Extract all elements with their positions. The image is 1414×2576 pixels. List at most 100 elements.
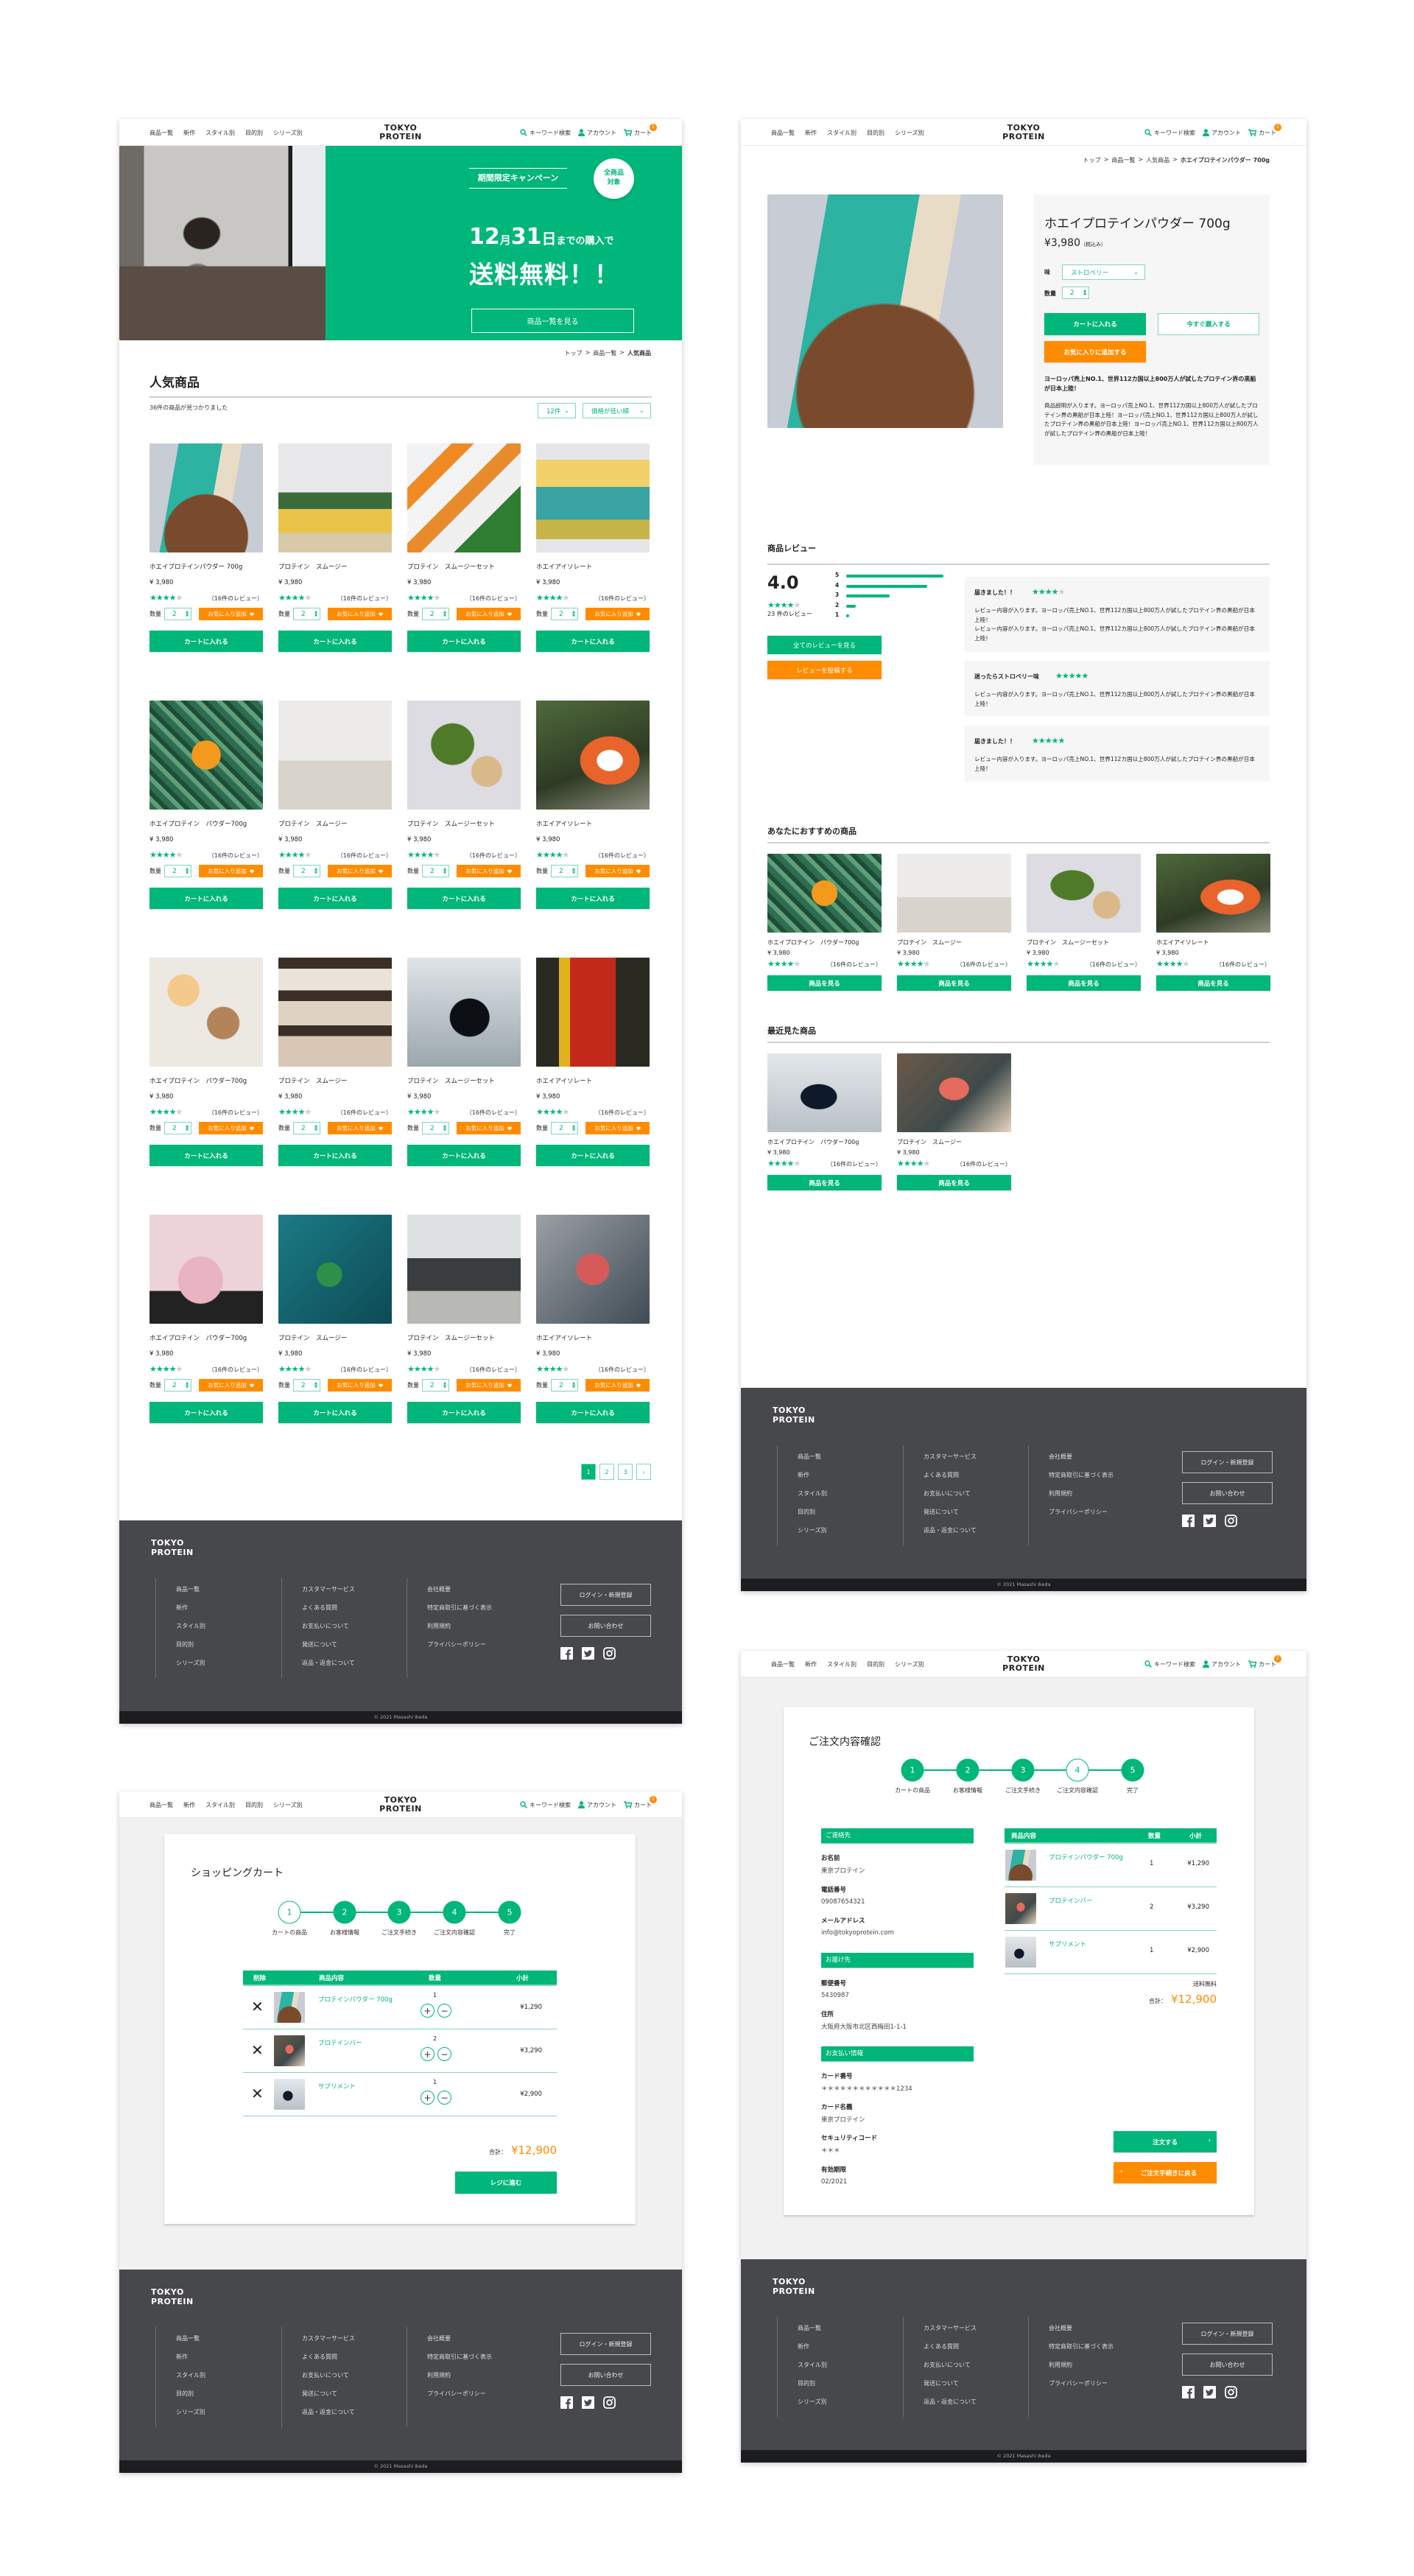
add-to-cart-button[interactable]: カートに入れる (278, 631, 392, 652)
footer-link[interactable]: 発送について (924, 2379, 959, 2387)
stepper-arrows-icon[interactable]: ▲ ▼ (186, 867, 189, 875)
nav-link[interactable]: 新作 (805, 1660, 817, 1668)
footer-link[interactable]: よくある質問 (302, 2353, 337, 2361)
decrease-quantity-button[interactable]: − (437, 2047, 451, 2061)
add-favorite-button[interactable]: お気に入り追加 (199, 608, 263, 620)
quantity-stepper[interactable]: 2 ▲ ▼ (164, 865, 191, 877)
footer-link[interactable]: 特定商取引に基づく表示 (1049, 1471, 1114, 1479)
add-favorite-button[interactable]: お気に入り追加 (457, 608, 521, 620)
footer-link[interactable]: 目的別 (176, 1640, 194, 1649)
nav-link[interactable]: スタイル別 (827, 129, 857, 137)
product-name[interactable]: プロテイン スムージー (278, 820, 392, 829)
quantity-stepper[interactable]: 2 ▲ ▼ (422, 865, 449, 877)
product-name[interactable]: プロテイン スムージー (897, 1138, 962, 1146)
stepper-arrows-icon[interactable]: ▲ ▼ (443, 1124, 446, 1132)
site-logo[interactable]: TOKYO PROTEIN (379, 1796, 422, 1814)
increase-quantity-button[interactable]: + (421, 2047, 435, 2061)
add-to-cart-button[interactable]: カートに入れる (536, 1145, 650, 1166)
item-name[interactable]: プロテインバー (318, 2038, 362, 2047)
account-link[interactable]: アカウント (578, 129, 616, 137)
footer-link[interactable]: よくある質問 (924, 2342, 959, 2351)
product-name[interactable]: ホエイプロテイン パウダー700g (150, 820, 263, 829)
footer-link[interactable]: カスタマーサービス (924, 2324, 977, 2332)
footer-link[interactable]: 目的別 (798, 2379, 815, 2387)
footer-link[interactable]: 新作 (798, 2342, 809, 2351)
footer-link[interactable]: 返品・返金について (924, 1526, 977, 1534)
footer-link[interactable]: 特定商取引に基づく表示 (427, 1604, 492, 1612)
footer-logo[interactable]: TOKYO PROTEIN (151, 1538, 194, 1557)
footer-link[interactable]: 商品一覧 (176, 1585, 200, 1593)
view-product-button[interactable]: 商品を見る (1027, 975, 1141, 991)
add-to-cart-button[interactable]: カートに入れる (150, 1402, 263, 1423)
footer-link[interactable]: お支払いについて (924, 1489, 971, 1498)
add-favorite-button[interactable]: お気に入り追加 (199, 1122, 263, 1134)
sort-select[interactable]: 価格が低い順 ⌄ (583, 403, 651, 418)
remove-item-icon[interactable]: ✕ (251, 2043, 264, 2057)
product-name[interactable]: プロテイン スムージーセット (407, 820, 521, 829)
nav-link[interactable]: スタイル別 (827, 1660, 857, 1668)
footer-link[interactable]: よくある質問 (302, 1604, 337, 1612)
facebook-icon[interactable] (560, 2396, 573, 2409)
footer-logo[interactable]: TOKYO PROTEIN (773, 1405, 815, 1425)
place-order-button[interactable]: 注文する › (1114, 2131, 1217, 2152)
footer-link[interactable]: 目的別 (798, 1508, 815, 1516)
add-to-cart-button[interactable]: カートに入れる (150, 1145, 263, 1166)
contact-button[interactable]: お問い合わせ (1182, 2354, 1273, 2376)
instagram-icon[interactable] (603, 2396, 616, 2409)
stepper-arrows-icon[interactable]: ▲ ▼ (314, 867, 317, 875)
footer-link[interactable]: プライバシーポリシー (1049, 2379, 1108, 2387)
add-favorite-button[interactable]: お気に入り追加 (457, 1379, 521, 1391)
nav-link[interactable]: スタイル別 (205, 129, 235, 137)
nav-link[interactable]: 新作 (183, 129, 195, 137)
product-name[interactable]: プロテイン スムージーセット (407, 1334, 521, 1343)
cart-link[interactable]: カート 2 (1248, 123, 1281, 137)
site-logo[interactable]: TOKYO PROTEIN (1002, 1655, 1045, 1673)
contact-button[interactable]: お問い合わせ (1182, 1482, 1273, 1504)
add-favorite-button[interactable]: お気に入り追加 (585, 865, 650, 877)
breadcrumb-item[interactable]: トップ (1083, 156, 1101, 164)
stepper-arrows-icon[interactable]: ▲ ▼ (443, 1381, 446, 1389)
add-favorite-button[interactable]: お気に入り追加 (199, 1379, 263, 1391)
footer-link[interactable]: カスタマーサービス (302, 1585, 355, 1593)
twitter-icon[interactable] (1203, 2386, 1216, 2398)
view-product-button[interactable]: 商品を見る (897, 1175, 1011, 1190)
footer-link[interactable]: 会社概要 (1049, 1453, 1072, 1461)
next-page-button[interactable]: › (636, 1464, 651, 1480)
footer-link[interactable]: 新作 (176, 1604, 188, 1612)
add-favorite-button[interactable]: お気に入り追加 (328, 1379, 392, 1391)
product-name[interactable]: プロテイン スムージーセット (407, 563, 521, 572)
add-to-cart-button[interactable]: カートに入れる (407, 1145, 521, 1166)
footer-link[interactable]: お支払いについて (302, 2371, 349, 2379)
flavor-select[interactable]: ストロベリー ⌄ (1062, 264, 1145, 280)
login-register-button[interactable]: ログイン・新規登録 (560, 2333, 651, 2355)
add-favorite-button[interactable]: お気に入り追加 (585, 1379, 650, 1391)
account-link[interactable]: アカウント (578, 1801, 616, 1809)
footer-link[interactable]: 会社概要 (1049, 2324, 1072, 2332)
breadcrumb-item[interactable]: 商品一覧 (1111, 156, 1135, 164)
footer-link[interactable]: 利用規約 (427, 1622, 451, 1630)
stepper-arrows-icon[interactable]: ▲ ▼ (314, 610, 317, 618)
add-to-cart-button[interactable]: カートに入れる (407, 631, 521, 652)
add-to-cart-button[interactable]: カートに入れる (407, 888, 521, 909)
footer-link[interactable]: カスタマーサービス (924, 1453, 977, 1461)
quantity-stepper[interactable]: 2 ▲ ▼ (551, 1379, 578, 1391)
account-link[interactable]: アカウント (1203, 1660, 1241, 1668)
footer-link[interactable]: 商品一覧 (798, 1453, 821, 1461)
footer-link[interactable]: 新作 (798, 1471, 809, 1479)
add-to-cart-button[interactable]: カートに入れる (278, 1145, 392, 1166)
product-name[interactable]: ホエイプロテイン パウダー700g (150, 1334, 263, 1343)
add-to-cart-button[interactable]: カートに入れる (536, 631, 650, 652)
stepper-arrows-icon[interactable]: ▲ ▼ (1083, 289, 1086, 297)
page-button[interactable]: 3 (618, 1464, 633, 1480)
instagram-icon[interactable] (1225, 1515, 1237, 1527)
footer-logo[interactable]: TOKYO PROTEIN (773, 2277, 815, 2296)
facebook-icon[interactable] (1182, 1515, 1195, 1527)
footer-link[interactable]: お支払いについて (924, 2361, 971, 2369)
quantity-stepper[interactable]: 2 ▲ ▼ (164, 608, 191, 620)
login-register-button[interactable]: ログイン・新規登録 (1182, 2323, 1273, 2345)
breadcrumb-item[interactable]: 人気商品 (1146, 156, 1169, 164)
quantity-stepper[interactable]: 2 ▲ ▼ (1062, 287, 1089, 299)
quantity-stepper[interactable]: 2 ▲ ▼ (293, 865, 320, 877)
facebook-icon[interactable] (560, 1647, 573, 1660)
nav-link[interactable]: 商品一覧 (150, 129, 173, 137)
